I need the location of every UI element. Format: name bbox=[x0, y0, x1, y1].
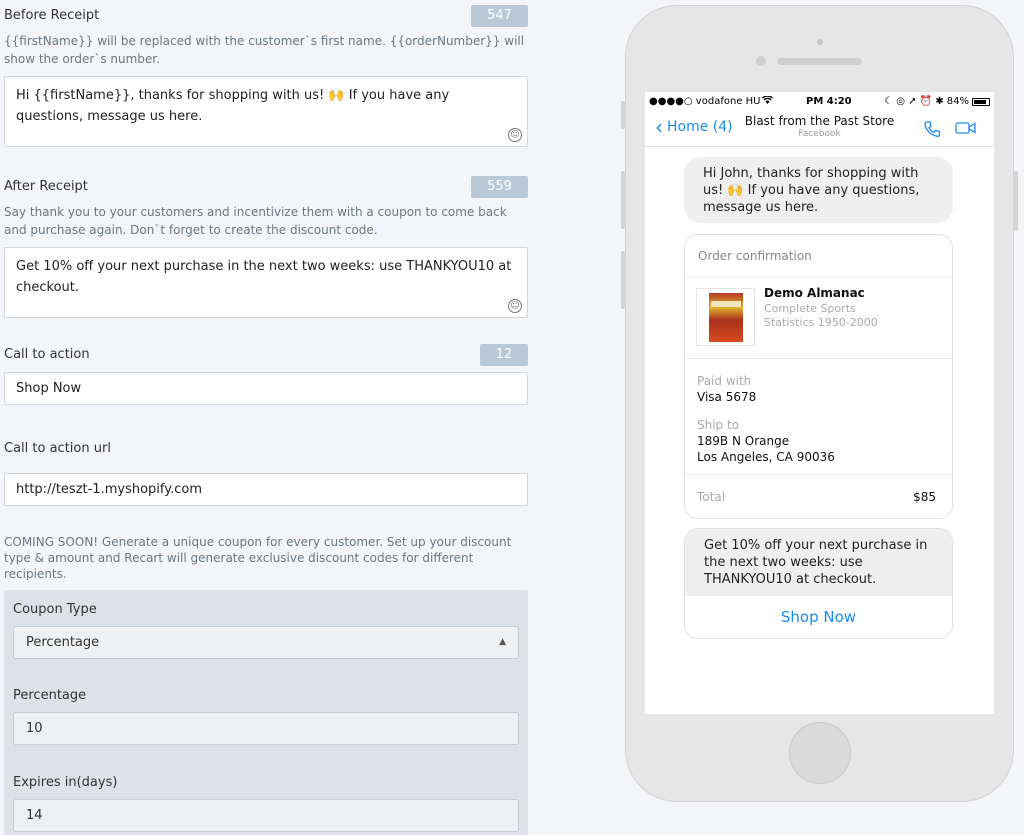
volume-up-button bbox=[621, 171, 625, 229]
phone-call-icon[interactable] bbox=[923, 120, 941, 142]
messenger-nav-bar: ‹ Home (4) Blast from the Past Store Fac… bbox=[645, 111, 994, 147]
status-bar: ●●●●○ vodafone HU PM 4:20 ☾ ◎ ➚ ⏰ ✱ 84% bbox=[645, 92, 994, 111]
wifi-icon bbox=[762, 95, 774, 107]
battery-icon bbox=[972, 97, 990, 106]
power-button bbox=[1014, 171, 1018, 231]
greeting-bubble: Hi John, thanks for shopping with us! 🙌 … bbox=[684, 157, 953, 223]
cta-url-label: Call to action url bbox=[4, 441, 111, 456]
chat-subtitle: Facebook bbox=[798, 129, 841, 139]
after-receipt-header: After Receipt 559 bbox=[4, 171, 528, 199]
status-icons: ☾ ◎ ➚ ⏰ ✱ bbox=[884, 96, 944, 107]
paid-value: Visa 5678 bbox=[697, 390, 757, 404]
coupon-type-select[interactable]: Percentage ▲ bbox=[13, 626, 519, 659]
coupon-settings: Coupon Type Percentage ▲ Percentage 10 E… bbox=[4, 590, 528, 835]
front-camera bbox=[817, 39, 823, 45]
total-value: $85 bbox=[913, 489, 936, 504]
paid-caption: Paid with bbox=[697, 374, 752, 388]
clock-text: PM 4:20 bbox=[805, 96, 852, 107]
before-receipt-header: Before Receipt 547 bbox=[4, 0, 528, 28]
ship-caption: Ship to bbox=[697, 418, 740, 432]
before-receipt-textarea[interactable]: Hi {{firstName}}, thanks for shopping wi… bbox=[4, 76, 528, 147]
receipt-item: Demo Almanac Complete Sports Statistics … bbox=[685, 277, 952, 359]
messenger-preview-screen: ●●●●○ vodafone HU PM 4:20 ☾ ◎ ➚ ⏰ ✱ 84% … bbox=[645, 92, 994, 714]
expires-input[interactable]: 14 bbox=[13, 799, 519, 832]
cta-counter: 12 bbox=[480, 344, 528, 366]
before-receipt-text: Hi {{firstName}}, thanks for shopping wi… bbox=[16, 88, 450, 124]
cta-input[interactable]: Shop Now bbox=[4, 372, 528, 405]
emoji-picker-icon[interactable]: ☺ bbox=[508, 128, 522, 142]
ship-line-1: 189B N Orange bbox=[697, 434, 790, 448]
promo-bubble: Get 10% off your next purchase in the ne… bbox=[684, 528, 953, 639]
before-receipt-counter: 547 bbox=[471, 5, 528, 27]
emoji-picker-icon[interactable]: ☺ bbox=[508, 299, 522, 313]
coming-soon-note: COMING SOON! Generate a unique coupon fo… bbox=[4, 535, 512, 581]
shipping-info: Ship to 189B N Orange Los Angeles, CA 90… bbox=[685, 405, 952, 465]
promo-text: Get 10% off your next purchase in the ne… bbox=[685, 529, 952, 596]
payment-info: Paid with Visa 5678 bbox=[685, 359, 952, 405]
home-button bbox=[789, 722, 851, 784]
battery-percent: 84% bbox=[946, 96, 969, 107]
product-thumbnail bbox=[696, 288, 755, 346]
cta-header: Call to action 12 bbox=[4, 339, 528, 367]
select-arrows-icon: ▲ bbox=[499, 637, 506, 647]
cta-url-input[interactable]: http://teszt-1.myshopify.com bbox=[4, 473, 528, 506]
message-settings-form: Before Receipt 547 {{firstName}} will be… bbox=[4, 0, 528, 835]
cta-url-header: Call to action url bbox=[4, 433, 528, 461]
receipt-card: Order confirmation Demo Almanac Complete… bbox=[684, 234, 953, 519]
video-call-icon[interactable] bbox=[955, 120, 977, 140]
after-receipt-text: Get 10% off your next purchase in the ne… bbox=[16, 259, 512, 295]
after-receipt-label: After Receipt bbox=[4, 179, 88, 194]
after-receipt-counter: 559 bbox=[471, 176, 528, 198]
cta-label: Call to action bbox=[4, 347, 90, 362]
item-name: Demo Almanac bbox=[764, 286, 865, 300]
ship-line-2: Los Angeles, CA 90036 bbox=[697, 450, 835, 464]
item-subtitle: Complete Sports Statistics 1950-2000 bbox=[764, 302, 878, 329]
chat-title: Blast from the Past Store bbox=[744, 114, 895, 128]
before-receipt-help: {{firstName}} will be replaced with the … bbox=[4, 34, 525, 66]
receipt-header: Order confirmation bbox=[685, 235, 952, 277]
total-label: Total bbox=[697, 489, 726, 504]
after-receipt-help: Say thank you to your customers and ince… bbox=[4, 205, 507, 237]
shop-now-button[interactable]: Shop Now bbox=[685, 596, 952, 638]
percentage-label: Percentage bbox=[13, 688, 87, 703]
coupon-type-label: Coupon Type bbox=[13, 602, 97, 617]
mute-switch bbox=[621, 101, 625, 129]
percentage-input[interactable]: 10 bbox=[13, 712, 519, 745]
expires-label: Expires in(days) bbox=[13, 775, 118, 790]
carrier-text: ●●●●○ vodafone HU bbox=[649, 96, 761, 107]
sensor-dot bbox=[756, 56, 766, 66]
earpiece-speaker bbox=[777, 58, 862, 65]
after-receipt-textarea[interactable]: Get 10% off your next purchase in the ne… bbox=[4, 247, 528, 318]
receipt-total: Total $85 bbox=[685, 474, 952, 518]
before-receipt-label: Before Receipt bbox=[4, 8, 100, 23]
volume-down-button bbox=[621, 251, 625, 309]
coupon-type-value: Percentage bbox=[26, 635, 100, 650]
